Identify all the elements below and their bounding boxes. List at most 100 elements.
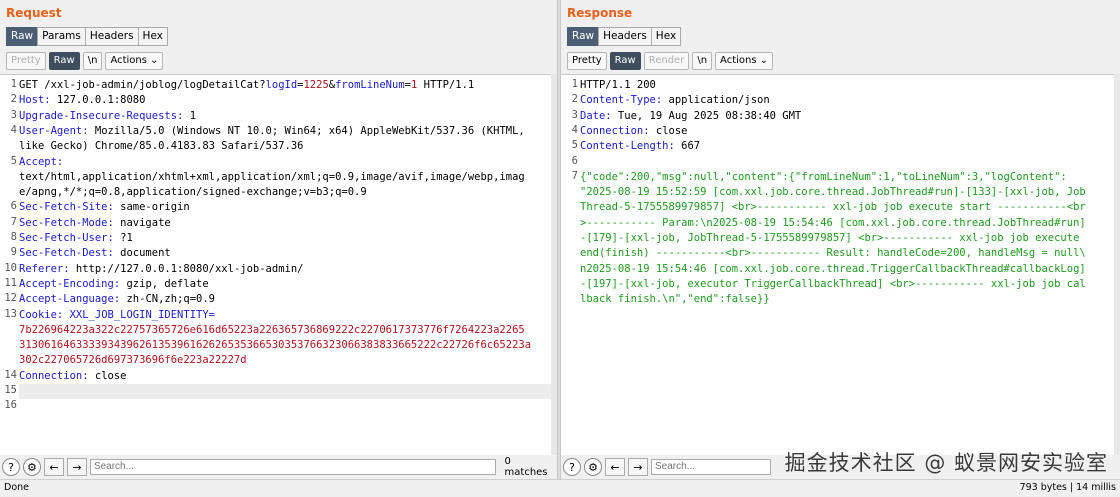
line-number: 5 — [10, 154, 17, 167]
response-title: Response — [567, 6, 633, 20]
code-line: Accept: — [19, 155, 64, 168]
help-icon[interactable]: ? — [2, 458, 20, 476]
code-line: Content-Type: application/json — [580, 94, 770, 107]
next-match-button[interactable]: → — [66, 458, 87, 476]
tab-raw[interactable]: Raw — [6, 27, 39, 46]
actions-dropdown[interactable]: Actions ⌄ — [105, 52, 164, 70]
tab-raw[interactable]: Raw — [567, 27, 600, 46]
code-line: GET /xxl-job-admin/joblog/logDetailCat?l… — [19, 79, 475, 91]
newline-toggle[interactable]: \n — [692, 52, 713, 70]
status-bar: Done 793 bytes | 14 millis — [0, 479, 1120, 497]
code-line: 3130616463333934396261353961626265353665… — [19, 339, 532, 352]
gear-icon[interactable]: ⚙ — [584, 458, 602, 476]
line-number: 6 — [10, 200, 17, 213]
line-number: 2 — [10, 93, 17, 106]
gear-icon[interactable]: ⚙ — [22, 458, 41, 476]
code-line: Host: 127.0.0.1:8080 — [19, 94, 146, 107]
code-line: Connection: close — [19, 369, 127, 382]
response-toolbar: Pretty Raw Render \n Actions ⌄ — [567, 52, 776, 70]
match-count: 0 matches — [504, 456, 548, 478]
render-button[interactable]: Render — [643, 52, 690, 70]
response-tabs: Raw Headers Hex — [567, 27, 682, 46]
request-search-bar: ? ⚙ ← → 0 matches — [0, 456, 557, 478]
actions-label: Actions — [110, 55, 147, 66]
line-number: 9 — [10, 246, 17, 259]
line-number: 10 — [4, 261, 17, 274]
code-line: Date: Tue, 19 Aug 2025 08:38:40 GMT — [580, 109, 802, 122]
line-number: 8 — [10, 231, 17, 243]
line-number: 7 — [10, 215, 17, 228]
line-number: 13 — [4, 307, 17, 320]
pretty-button[interactable]: Pretty — [6, 52, 46, 70]
line-number: 6 — [571, 154, 578, 167]
tab-headers[interactable]: Headers — [598, 27, 652, 46]
raw-button[interactable]: Raw — [609, 52, 641, 70]
next-match-button[interactable]: → — [628, 458, 648, 476]
line-number: 16 — [4, 399, 17, 412]
code-line: Upgrade-Insecure-Requests: 1 — [19, 109, 197, 122]
actions-dropdown[interactable]: Actions ⌄ — [715, 52, 773, 70]
code-line: like Gecko) Chrome/85.0.4183.83 Safari/5… — [19, 140, 304, 153]
response-search-input[interactable] — [651, 459, 771, 475]
code-line: User-Agent: Mozilla/5.0 (Windows NT 10.0… — [19, 124, 525, 137]
actions-label: Actions — [720, 55, 757, 66]
line-number: 15 — [4, 384, 17, 396]
code-line: e/apng,*/*;q=0.8,application/signed-exch… — [19, 186, 367, 199]
raw-button[interactable]: Raw — [48, 52, 80, 70]
line-number: 3 — [10, 108, 17, 121]
code-line: Sec-Fetch-Site: same-origin — [19, 201, 190, 214]
line-number: 11 — [4, 276, 17, 289]
line-number: 5 — [571, 139, 578, 152]
code-line: Accept-Language: zh-CN,zh;q=0.9 — [19, 293, 215, 306]
code-line: Sec-Fetch-Dest: document — [19, 247, 171, 260]
watermark: 掘金技术社区 @ 蚁景网安实验室 — [784, 451, 1108, 475]
previous-match-button[interactable]: ← — [605, 458, 625, 476]
line-number: 14 — [4, 368, 17, 381]
previous-match-button[interactable]: ← — [43, 458, 64, 476]
line-number: 4 — [10, 123, 17, 136]
line-number: 7 — [571, 169, 578, 182]
request-tabs: Raw Params Headers Hex — [6, 27, 168, 46]
code-line — [19, 384, 551, 400]
chevron-down-icon: ⌄ — [759, 55, 768, 66]
code-line: text/html,application/xhtml+xml,applicat… — [19, 170, 525, 183]
line-number: 4 — [571, 123, 578, 136]
newline-toggle[interactable]: \n — [82, 52, 103, 70]
code-line: Sec-Fetch-Mode: navigate — [19, 216, 171, 229]
code-line: n2025-08-19 15:54:46 [com.xxl.job.core.t… — [580, 262, 1086, 275]
code-line: end(finish) -----------<br>----------- R… — [580, 247, 1086, 260]
line-number: 2 — [571, 93, 578, 106]
code-line: Thread-5-1755589979857] <br>----------- … — [580, 201, 1086, 214]
code-line: 302c227065726d697373696f6e223a22227d — [19, 354, 247, 367]
line-number: 1 — [10, 78, 17, 90]
tab-hex[interactable]: Hex — [137, 27, 168, 46]
tab-headers[interactable]: Headers — [84, 27, 139, 46]
request-toolbar: Pretty Raw \n Actions ⌄ — [6, 52, 166, 70]
line-number: 1 — [571, 78, 578, 90]
status-text: Done — [4, 482, 29, 493]
code-line: {"code":200,"msg":null,"content":{"fromL… — [580, 170, 1067, 183]
pretty-button[interactable]: Pretty — [567, 52, 607, 70]
code-line: HTTP/1.1 200 — [580, 79, 656, 91]
help-icon[interactable]: ? — [563, 458, 581, 476]
chevron-down-icon: ⌄ — [149, 55, 159, 66]
code-line: -[179]-[xxl-job, JobThread-5-17555899798… — [580, 232, 1080, 244]
code-line: 7b226964223a322c22757365726e616d65223a22… — [19, 323, 525, 336]
line-number: 3 — [571, 108, 578, 121]
code-line: "2025-08-19 15:52:59 [com.xxl.job.core.t… — [580, 186, 1086, 199]
code-line: Accept-Encoding: gzip, deflate — [19, 277, 209, 290]
response-scrollbar[interactable] — [1114, 74, 1120, 455]
tab-params[interactable]: Params — [37, 27, 86, 46]
tab-hex[interactable]: Hex — [650, 27, 682, 46]
code-line: lback finish.\n","end":false}} — [580, 293, 770, 306]
request-search-input[interactable] — [89, 459, 496, 475]
code-line: Content-Length: 667 — [580, 140, 701, 153]
response-editor[interactable]: 1 HTTP/1.1 200 2 Content-Type: application/… — [561, 74, 1114, 455]
line-number: 12 — [4, 292, 17, 305]
code-line: Sec-Fetch-User: ?1 — [19, 232, 133, 244]
request-editor[interactable]: 1 GET /xxl-job-admin/joblog/logDetailCat?… — [0, 74, 551, 455]
code-line: Cookie: XXL_JOB_LOGIN_IDENTITY= — [19, 308, 215, 321]
